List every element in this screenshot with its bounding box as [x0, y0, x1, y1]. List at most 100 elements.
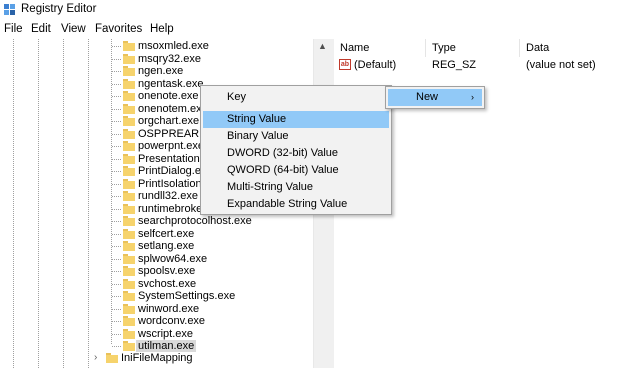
- tree-item[interactable]: ngentask.exe: [138, 78, 203, 90]
- menu-item-new-label: New: [416, 91, 439, 103]
- tree-guide-line: [112, 271, 121, 272]
- folder-icon: [123, 216, 135, 226]
- folder-icon: [123, 266, 135, 276]
- tree-item[interactable]: orgchart.exe: [138, 115, 199, 127]
- chevron-right-icon: ›: [471, 92, 474, 102]
- folder-icon: [123, 316, 135, 326]
- window-title: Registry Editor: [21, 3, 97, 15]
- table-row[interactable]: ab (Default) REG_SZ (value not set): [334, 58, 620, 72]
- tree-item[interactable]: wscript.exe: [138, 328, 193, 340]
- tree-guide-line: [112, 171, 121, 172]
- folder-icon: [123, 116, 135, 126]
- tree-guide-line: [112, 46, 121, 47]
- tree-guide-line: [112, 146, 121, 147]
- chevron-right-icon[interactable]: ›: [94, 352, 97, 363]
- tree-item-inifilemapping[interactable]: IniFileMapping: [121, 352, 193, 364]
- folder-icon: [123, 178, 135, 189]
- value-name: (Default): [354, 59, 397, 71]
- menu-item[interactable]: String Value: [203, 111, 389, 128]
- menu-item[interactable]: Multi-String Value: [203, 179, 389, 196]
- tree-item[interactable]: onenotem.exe: [138, 103, 208, 115]
- tree-item[interactable]: ngen.exe: [138, 65, 183, 77]
- tree-guide-line: [112, 208, 121, 210]
- folder-icon: [123, 166, 135, 176]
- tree-guide-line: [112, 246, 121, 247]
- tree-guide-line: [38, 39, 39, 368]
- tree-guide-line: [112, 121, 121, 122]
- tree-guide-line: [112, 96, 121, 97]
- menu-item[interactable]: QWORD (64-bit) Value: [203, 162, 389, 179]
- menu-item[interactable]: Expandable String Value: [203, 196, 389, 213]
- column-header-name[interactable]: Name: [334, 39, 426, 57]
- column-header-data[interactable]: Data: [520, 39, 620, 57]
- tree-item[interactable]: msqry32.exe: [138, 53, 201, 65]
- title-bar: Registry Editor: [0, 0, 620, 20]
- ab-string-icon: ab: [339, 59, 351, 70]
- folder-icon: [123, 203, 135, 214]
- tree-guide-line: [112, 133, 121, 135]
- tree-guide-line: [112, 183, 121, 185]
- tree-item[interactable]: rundll32.exe: [138, 190, 198, 202]
- folder-icon: [123, 241, 135, 251]
- tree-item[interactable]: SystemSettings.exe: [138, 290, 235, 302]
- folder-icon: [123, 41, 135, 51]
- menu-file[interactable]: File: [4, 23, 23, 35]
- value-data: (value not set): [526, 59, 596, 71]
- tree-item[interactable]: setlang.exe: [138, 240, 194, 252]
- value-type: REG_SZ: [432, 59, 477, 71]
- tree-guide-line: [112, 258, 121, 260]
- tree-item[interactable]: Presentation: [138, 153, 200, 165]
- tree-guide-line: [112, 346, 121, 347]
- folder-icon: [123, 153, 135, 164]
- tree-guide-line: [112, 283, 121, 285]
- tree-guide-line: [111, 39, 112, 344]
- new-submenu: Key String Value Binary Value DWORD (32-bit…: [200, 85, 392, 215]
- tree-item[interactable]: utilman.exe: [136, 340, 197, 352]
- tree-item[interactable]: msoxmled.exe: [138, 40, 209, 52]
- menu-item-new[interactable]: New ›: [388, 89, 482, 106]
- column-header-type[interactable]: Type: [426, 39, 520, 57]
- tree-item[interactable]: winword.exe: [138, 303, 199, 315]
- menu-edit[interactable]: Edit: [31, 23, 51, 35]
- folder-icon: [123, 291, 135, 301]
- folder-icon: [123, 328, 135, 339]
- tree-guide-line: [112, 333, 121, 335]
- menu-help[interactable]: Help: [150, 23, 174, 35]
- menu-item[interactable]: DWORD (32-bit) Value: [203, 145, 389, 162]
- tree-item[interactable]: searchprotocolhost.exe: [138, 215, 252, 227]
- tree-guide-line: [112, 196, 121, 197]
- tree-guide-line: [112, 83, 121, 85]
- folder-icon: [123, 253, 135, 264]
- menu-favorites[interactable]: Favorites: [95, 23, 142, 35]
- context-menu: New ›: [385, 86, 485, 109]
- menu-item[interactable]: Key: [203, 89, 389, 106]
- folder-icon: [123, 66, 135, 76]
- tree-item[interactable]: splwow64.exe: [138, 253, 207, 265]
- tree-guide-line: [112, 296, 121, 297]
- folder-icon: [123, 191, 135, 201]
- tree-item[interactable]: spoolsv.exe: [138, 265, 195, 277]
- tree-item[interactable]: PrintIsolation: [138, 178, 202, 190]
- folder-icon: [123, 78, 135, 89]
- folder-icon: [123, 228, 135, 239]
- tree-guide-line: [112, 58, 121, 60]
- tree-guide-line: [63, 39, 64, 368]
- tree-guide-line: [112, 233, 121, 235]
- tree-guide-line: [88, 39, 89, 368]
- tree-item[interactable]: selfcert.exe: [138, 228, 194, 240]
- menu-item[interactable]: Binary Value: [203, 128, 389, 145]
- tree-guide-line: [112, 71, 121, 72]
- tree-guide-line: [112, 221, 121, 222]
- tree-item[interactable]: onenote.exe: [138, 90, 199, 102]
- tree-guide-line: [112, 158, 121, 160]
- menu-bar: File Edit View Favorites Help: [0, 21, 620, 38]
- tree-item[interactable]: powerpnt.exe: [138, 140, 204, 152]
- folder-icon: [106, 353, 118, 363]
- menu-view[interactable]: View: [61, 23, 86, 35]
- tree-item[interactable]: wordconv.exe: [138, 315, 205, 327]
- tree-item[interactable]: svchost.exe: [138, 278, 196, 290]
- folder-icon: [123, 103, 135, 114]
- scroll-up-arrow-icon[interactable]: ▲: [318, 41, 327, 51]
- registry-icon: [4, 4, 15, 15]
- tree-item[interactable]: runtimebroker: [138, 203, 206, 215]
